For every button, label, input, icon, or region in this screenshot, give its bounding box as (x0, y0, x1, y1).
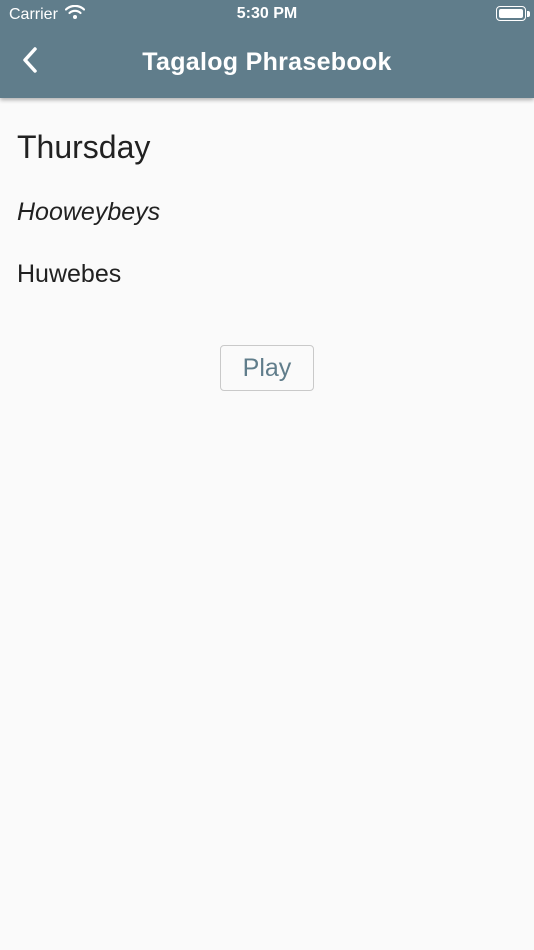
status-bar: Carrier 5:30 PM (0, 0, 534, 28)
battery-level (499, 9, 523, 18)
pronunciation-text: Hooweybeys (17, 198, 161, 226)
tagalog-phrase: Huwebes (17, 260, 122, 288)
english-phrase: Thursday (17, 129, 151, 165)
play-button[interactable]: Play (220, 345, 314, 391)
toolbar: Tagalog Phrasebook (0, 28, 534, 98)
app-bar: Carrier 5:30 PM Tagalog Phrasebook (0, 0, 534, 98)
status-time: 5:30 PM (236, 5, 298, 22)
battery-icon (496, 6, 526, 21)
battery-tip (527, 11, 530, 17)
page-title: Tagalog Phrasebook (142, 48, 392, 76)
